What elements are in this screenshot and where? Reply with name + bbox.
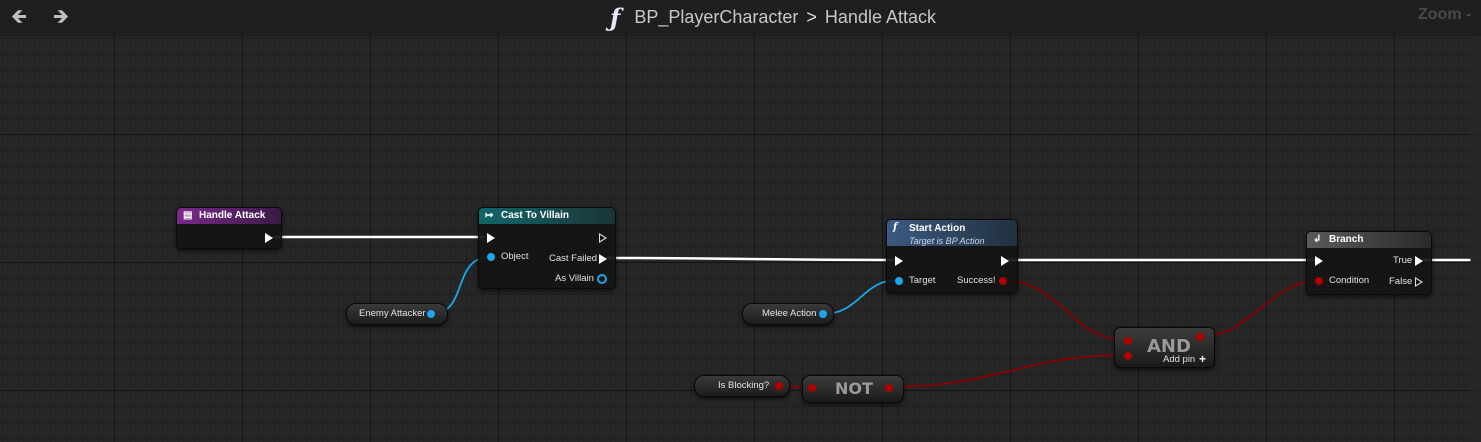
breadcrumb-blueprint[interactable]: BP_PlayerCharacter (634, 7, 798, 28)
node-not[interactable]: NOT (802, 375, 904, 403)
node-handle-attack[interactable]: ▤ Handle Attack (176, 207, 282, 249)
node-header: ↦ Cast To Villain (479, 208, 615, 224)
as-villain-label: As Villain (555, 273, 594, 284)
graph-edge-panel (1470, 36, 1481, 442)
cast-failed-pin[interactable] (599, 254, 607, 264)
variable-output-pin[interactable] (819, 310, 827, 318)
not-label: NOT (835, 379, 873, 398)
false-pin[interactable] (1415, 277, 1423, 287)
false-label: False (1389, 276, 1413, 287)
not-output-pin[interactable] (885, 384, 893, 392)
true-label: True (1393, 255, 1413, 266)
target-label: Target (909, 275, 936, 286)
function-icon: ƒ (610, 2, 621, 32)
variable-label: Enemy Attacker (359, 308, 426, 319)
variable-output-pin[interactable] (775, 382, 783, 390)
node-header: ↲ Branch (1307, 232, 1431, 248)
exec-in-pin[interactable] (1315, 256, 1323, 266)
object-pin[interactable] (487, 253, 495, 261)
success-pin[interactable] (999, 277, 1007, 285)
variable-melee-action[interactable]: Melee Action (742, 303, 834, 325)
node-cast-to-villain[interactable]: ↦ Cast To Villain Object Cast Failed As … (478, 207, 616, 289)
variable-output-pin[interactable] (427, 310, 435, 318)
cast-failed-label: Cast Failed (549, 253, 598, 264)
cast-icon: ↦ (485, 210, 494, 221)
node-header: f Start Action Target is BP Action (887, 220, 1017, 246)
exec-in-pin[interactable] (487, 233, 495, 243)
breadcrumb: ƒ BP_PlayerCharacter > Handle Attack (610, 2, 936, 32)
and-input-b-pin[interactable] (1124, 352, 1132, 360)
node-header: ▤ Handle Attack (177, 208, 281, 224)
arrow-left-icon[interactable]: 🡸 (6, 6, 32, 28)
condition-pin[interactable] (1315, 277, 1323, 285)
and-output-pin[interactable] (1196, 333, 1204, 341)
target-pin[interactable] (895, 277, 903, 285)
node-title: Handle Attack (199, 210, 266, 221)
variable-label: Is Blocking? (718, 380, 770, 391)
node-and[interactable]: AND Add pin + (1114, 327, 1215, 368)
node-title: Start Action (909, 223, 966, 234)
variable-enemy-attacker[interactable]: Enemy Attacker (346, 303, 448, 325)
not-input-pin[interactable] (808, 384, 816, 392)
bool-wire[interactable] (887, 354, 1128, 388)
exec-out-pin[interactable] (265, 233, 273, 243)
branch-icon: ↲ (1313, 234, 1322, 245)
add-pin-label[interactable]: Add pin (1163, 354, 1195, 365)
object-label: Object (501, 251, 529, 262)
exec-out-pin[interactable] (1001, 256, 1009, 266)
variable-label: Melee Action (762, 308, 817, 319)
function-icon: f (893, 222, 898, 233)
exec-in-pin[interactable] (895, 256, 903, 266)
zoom-label: Zoom - (1418, 6, 1472, 23)
node-start-action[interactable]: f Start Action Target is BP Action Targe… (886, 219, 1018, 293)
as-villain-pin[interactable] (597, 274, 607, 284)
node-branch[interactable]: ↲ Branch True Condition False (1306, 231, 1432, 295)
event-icon: ▤ (183, 210, 193, 221)
arrow-right-icon[interactable]: 🡺 (48, 6, 74, 28)
true-pin[interactable] (1415, 256, 1423, 266)
node-title: Cast To Villain (501, 210, 569, 221)
node-title: Branch (1329, 234, 1364, 245)
node-subtitle: Target is BP Action (909, 236, 985, 246)
breadcrumb-graph: Handle Attack (824, 6, 936, 27)
variable-is-blocking[interactable]: Is Blocking? (694, 375, 790, 397)
graph-toolbar: 🡸 🡺 ƒ BP_PlayerCharacter > Handle Attack… (0, 0, 1481, 36)
exec-wire[interactable] (604, 256, 895, 262)
chevron-right-icon: > (806, 6, 817, 27)
condition-label: Condition (1329, 275, 1370, 286)
bool-wire[interactable] (1002, 279, 1128, 341)
add-pin-icon[interactable]: + (1199, 352, 1206, 366)
and-input-a-pin[interactable] (1124, 337, 1132, 345)
bool-wire[interactable] (1198, 280, 1319, 338)
success-label: Success! (957, 275, 996, 286)
exec-out-pin[interactable] (599, 233, 607, 243)
